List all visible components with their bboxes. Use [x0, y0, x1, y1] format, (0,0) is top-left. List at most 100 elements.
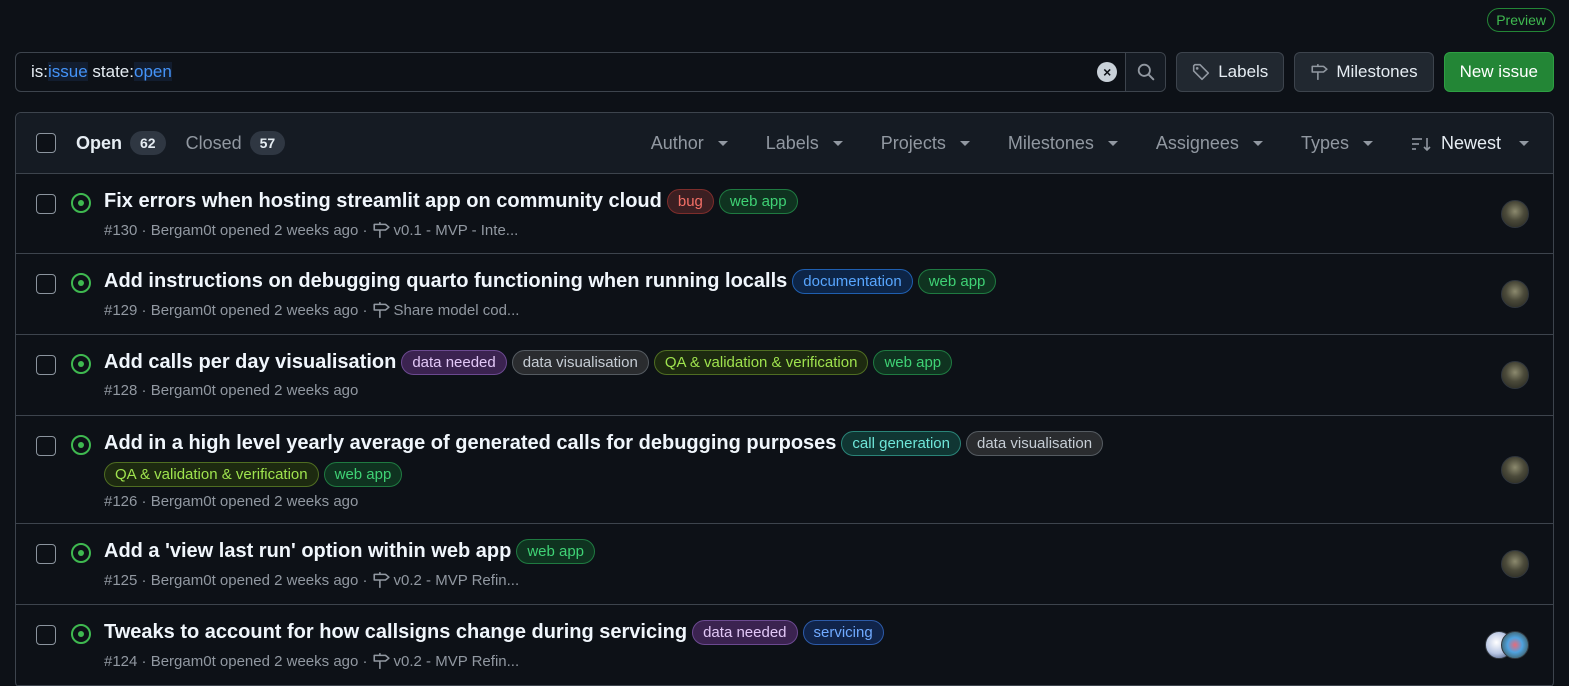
issue-label[interactable]: web app [873, 349, 953, 375]
filter-types[interactable]: Types [1301, 133, 1373, 154]
assignee-avatar[interactable] [1501, 361, 1529, 389]
issue-open-icon [71, 193, 91, 213]
filter-author[interactable]: Author [651, 133, 728, 154]
issue-content: Tweaks to account for how callsigns chan… [104, 618, 1293, 670]
issue-milestone-link[interactable]: Share model cod... [372, 301, 519, 319]
issue-checkbox[interactable] [36, 544, 56, 564]
issue-title-line: Fix errors when hosting streamlit app on… [104, 187, 1293, 215]
issue-meta: #124 · Bergam0t opened 2 weeks ago · v0.2… [104, 652, 1293, 670]
issues-list-header: Open 62 Closed 57 Author Labels Projects… [16, 113, 1553, 174]
issue-meta: #129 · Bergam0t opened 2 weeks ago · Shar… [104, 301, 1293, 319]
issue-row[interactable]: Add instructions on debugging quarto fun… [16, 254, 1553, 335]
filter-types-label: Types [1300, 133, 1349, 153]
search-qualifier-is: is: [31, 62, 48, 81]
chevron-down-icon [1252, 141, 1263, 146]
issue-title-line: Add a 'view last run' option within web … [104, 537, 1293, 565]
labels-button-label: Labels [1218, 62, 1269, 81]
assignee-avatar[interactable] [1501, 200, 1529, 228]
issue-checkbox[interactable] [36, 625, 56, 645]
milestone-icon [372, 222, 390, 238]
issue-meta-text: #126 · Bergam0t opened 2 weeks ago [104, 493, 359, 510]
filter-milestones[interactable]: Milestones [1008, 133, 1118, 154]
issue-title-link[interactable]: Add instructions on debugging quarto fun… [104, 267, 787, 295]
issue-checkbox[interactable] [36, 274, 56, 294]
tag-icon [1193, 63, 1210, 81]
tab-open-label: Open [76, 132, 123, 153]
issue-meta-text: #129 · Bergam0t opened 2 weeks ago · [104, 301, 368, 319]
search-query[interactable]: is:issue state:open [16, 62, 172, 82]
select-all-checkbox[interactable] [36, 133, 56, 153]
sort-icon [1411, 137, 1431, 151]
issue-label[interactable]: web app [917, 268, 997, 294]
issue-milestone-link[interactable]: v0.2 - MVP Refin... [372, 652, 519, 670]
issue-row[interactable]: Tweaks to account for how callsigns chan… [16, 605, 1553, 686]
issues-page: Preview is:issue state:open × Labels Mil… [0, 0, 1569, 686]
issue-meta-text: #128 · Bergam0t opened 2 weeks ago [104, 382, 359, 399]
issue-label[interactable]: data needed [401, 349, 507, 375]
search-button[interactable] [1125, 53, 1166, 91]
issue-rows: Fix errors when hosting streamlit app on… [16, 174, 1553, 686]
issue-title-link[interactable]: Tweaks to account for how callsigns chan… [104, 618, 687, 646]
issue-label[interactable]: QA & validation & verification [104, 462, 319, 487]
milestones-button[interactable]: Milestones [1294, 52, 1434, 92]
issue-label[interactable]: web app [718, 188, 798, 214]
issue-row[interactable]: Add a 'view last run' option within web … [16, 524, 1553, 605]
tab-open[interactable]: Open 62 [76, 131, 166, 155]
tab-closed[interactable]: Closed 57 [186, 131, 286, 155]
clear-search-icon[interactable]: × [1097, 62, 1118, 82]
milestone-icon [1311, 64, 1328, 80]
issue-label[interactable]: bug [666, 188, 714, 214]
issue-content: Add in a high level yearly average of ge… [104, 429, 1293, 510]
issue-row[interactable]: Fix errors when hosting streamlit app on… [16, 174, 1553, 254]
chevron-down-icon [1107, 141, 1118, 146]
chevron-down-icon [832, 141, 843, 146]
issue-milestone-label: v0.1 - MVP - Inte... [393, 221, 519, 239]
issue-checkbox[interactable] [36, 355, 56, 375]
issue-checkbox[interactable] [36, 194, 56, 214]
filter-projects[interactable]: Projects [881, 133, 970, 154]
issue-title-link[interactable]: Fix errors when hosting streamlit app on… [104, 187, 662, 215]
issue-open-icon [71, 543, 91, 563]
issue-checkbox[interactable] [36, 436, 56, 456]
search-value-open: open [134, 62, 172, 81]
issue-label[interactable]: data needed [692, 619, 798, 645]
issue-content: Fix errors when hosting streamlit app on… [104, 187, 1293, 239]
labels-button[interactable]: Labels [1176, 52, 1285, 92]
issue-label[interactable]: web app [516, 538, 596, 564]
milestone-icon [372, 302, 390, 318]
assignee-avatar[interactable] [1501, 631, 1529, 659]
preview-badge[interactable]: Preview [1487, 8, 1555, 32]
open-count-badge: 62 [130, 131, 166, 155]
issue-title-link[interactable]: Add calls per day visualisation [104, 348, 396, 376]
filter-assignees[interactable]: Assignees [1156, 133, 1263, 154]
tab-closed-label: Closed [185, 132, 242, 153]
issue-milestone-link[interactable]: v0.2 - MVP Refin... [372, 571, 519, 589]
filter-bar: Author Labels Projects Milestones Assign… [613, 113, 1529, 174]
milestone-icon [372, 653, 390, 669]
filter-labels[interactable]: Labels [766, 133, 843, 154]
issue-title-link[interactable]: Add in a high level yearly average of ge… [104, 429, 836, 457]
issue-meta: #125 · Bergam0t opened 2 weeks ago · v0.2… [104, 571, 1293, 589]
issue-label[interactable]: documentation [792, 268, 913, 294]
new-issue-button[interactable]: New issue [1443, 52, 1554, 92]
issue-label[interactable]: data visualisation [966, 430, 1104, 456]
search-input[interactable]: is:issue state:open × [15, 52, 1167, 92]
issue-title-link[interactable]: Add a 'view last run' option within web … [104, 537, 511, 565]
milestones-button-label: Milestones [1336, 62, 1418, 81]
issue-meta: #128 · Bergam0t opened 2 weeks ago [104, 382, 1293, 399]
filter-labels-label: Labels [765, 133, 819, 153]
issue-label[interactable]: QA & validation & verification [653, 349, 869, 375]
issue-label[interactable]: data visualisation [511, 349, 649, 375]
sort-newest[interactable]: Newest [1411, 133, 1529, 154]
assignee-avatar[interactable] [1501, 280, 1529, 308]
issue-row[interactable]: Add in a high level yearly average of ge… [16, 416, 1553, 524]
issue-row[interactable]: Add calls per day visualisation data need… [16, 335, 1553, 416]
assignee-avatar[interactable] [1501, 550, 1529, 578]
issue-label[interactable]: servicing [802, 619, 884, 645]
issue-label[interactable]: web app [323, 462, 403, 487]
issue-open-icon [71, 354, 91, 374]
assignee-avatar[interactable] [1501, 456, 1529, 484]
issue-label[interactable]: call generation [841, 430, 961, 456]
issue-content: Add calls per day visualisation data need… [104, 348, 1293, 399]
issue-milestone-link[interactable]: v0.1 - MVP - Inte... [372, 221, 519, 239]
